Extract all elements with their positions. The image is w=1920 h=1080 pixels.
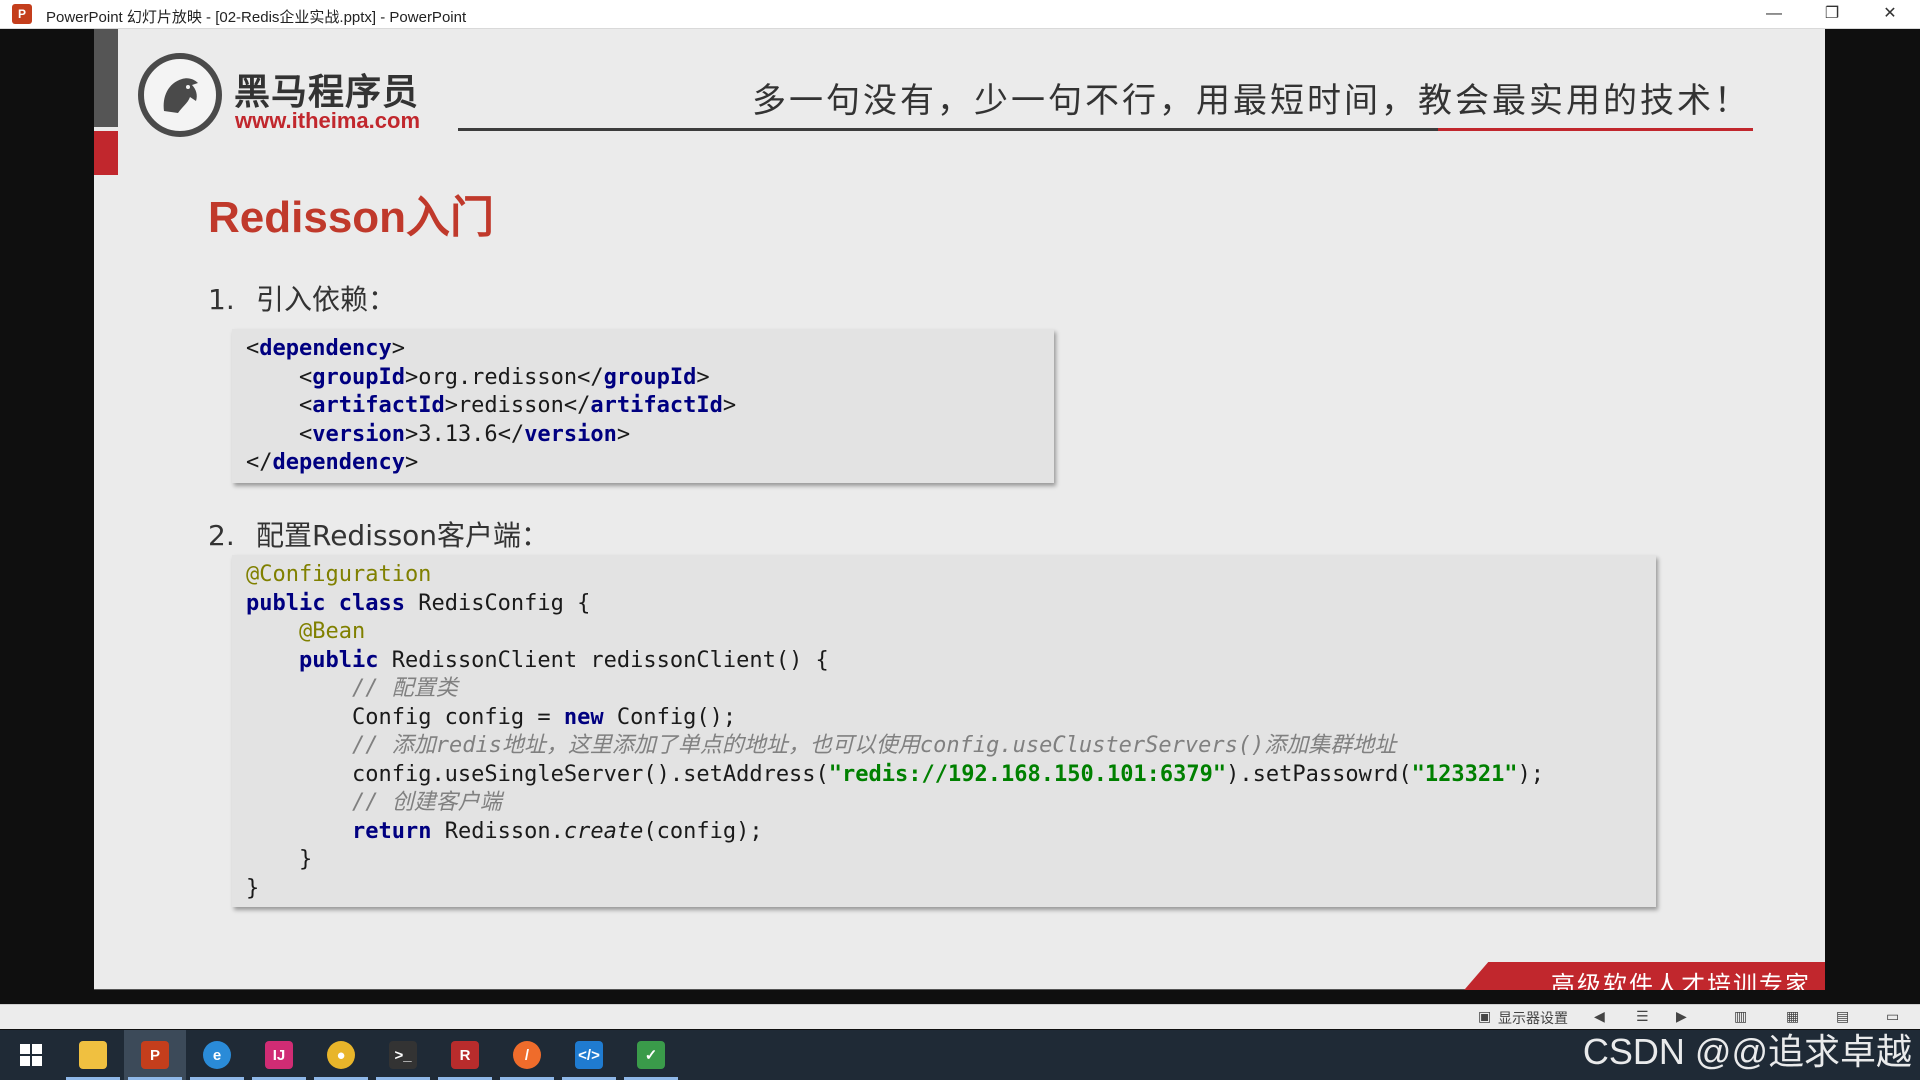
start-button[interactable] [0,1030,62,1080]
display-settings-button[interactable]: 显示器设置 [1498,1008,1568,1028]
left-accent-red [94,131,118,175]
watermark: CSDN @@追求卓越 [1582,1031,1912,1072]
taskbar-powerpoint[interactable]: P [124,1030,186,1080]
slogan: 多一句没有，少一句不行，用最短时间，教会最实用的技术！ [752,81,1751,121]
taskbar-chrome[interactable]: ● [310,1030,372,1080]
left-accent-bar [94,29,118,127]
header-divider-accent [1438,128,1753,131]
redisson-config-code-block: @Configuration public class RedisConfig … [232,555,1656,907]
window-title-bar: P PowerPoint 幻灯片放映 - [02-Redis企业实战.pptx]… [0,0,1920,29]
screenshot-icon: ✓ [637,1041,665,1069]
windows-start-icon [17,1041,45,1069]
intellij-icon: IJ [265,1041,293,1069]
restore-button[interactable]: ❐ [1804,0,1860,28]
taskbar-intellij[interactable]: IJ [248,1030,310,1080]
postman-icon: / [513,1041,541,1069]
powerpoint-app-icon: P [12,4,32,24]
dependency-code-block: <dependency> <groupId>org.redisson</grou… [232,329,1054,483]
step-1-label: 引入依赖： [256,283,397,316]
step-2-number: 2. [208,519,235,552]
terminal-icon: >_ [389,1041,417,1069]
taskbar-terminal[interactable]: >_ [372,1030,434,1080]
powerpoint-icon: P [141,1041,169,1069]
folder-icon [79,1041,107,1069]
step-1-number: 1. [208,283,235,316]
close-button[interactable]: ✕ [1862,0,1918,28]
logo-horse-icon [138,53,222,137]
slide-title: Redisson入门 [208,193,495,242]
step-2-label: 配置Redisson客户端： [256,519,550,552]
minimize-button[interactable]: — [1746,0,1802,28]
footer-slogan: 高级软件人才培训专家 [1551,971,1811,990]
window-title: PowerPoint 幻灯片放映 - [02-Redis企业实战.pptx] -… [46,9,467,26]
vscode-icon: </> [575,1041,603,1069]
taskbar-vscode[interactable]: </> [558,1030,620,1080]
display-settings-icon[interactable]: ▣ [1478,1008,1491,1025]
redis-icon: R [451,1041,479,1069]
taskbar-postman[interactable]: / [496,1030,558,1080]
chrome-icon: ● [327,1041,355,1069]
taskbar-screenshot[interactable]: ✓ [620,1030,682,1080]
taskbar-file-explorer[interactable] [62,1030,124,1080]
taskbar-browser[interactable]: e [186,1030,248,1080]
logo-url: www.itheima.com [235,108,421,133]
header-divider [458,128,1443,131]
step-2: 2. 配置Redisson客户端： [208,514,549,554]
step-1: 1. 引入依赖： [208,278,396,318]
taskbar-redis[interactable]: R [434,1030,496,1080]
browser-icon: e [203,1041,231,1069]
slide[interactable]: 黑马程序员 www.itheima.com 多一句没有，少一句不行，用最短时间，… [94,29,1825,990]
